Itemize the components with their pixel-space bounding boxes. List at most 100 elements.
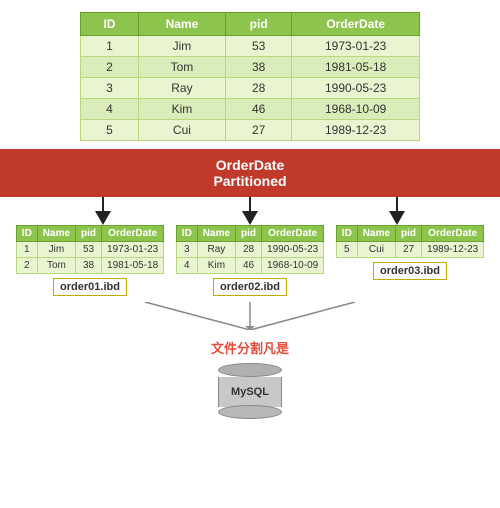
mysql-label: MySQL [231,386,269,398]
arrow-left [95,197,111,225]
partition-table-cell: Ray [197,242,235,258]
main-table-cell: Cui [138,120,225,141]
main-table-cell: 1 [81,36,139,57]
partition-table-cell: 1 [16,242,37,258]
main-table-header-row: IDNamepidOrderDate [81,13,420,36]
arrow-center [242,197,258,225]
main-table-body: 1Jim531973-01-232Tom381981-05-183Ray2819… [81,36,420,141]
partition-header-cell: OrderDate [422,226,484,242]
cylinder-top [218,363,282,377]
partition-table-2: IDNamepidOrderDate3Ray281990-05-234Kim46… [176,225,324,274]
partition-table-cell: 5 [336,242,357,258]
partition-table-row: 3Ray281990-05-23 [176,242,323,258]
partition-table-cell: 27 [396,242,422,258]
partition-table-cell: 1990-05-23 [262,242,324,258]
partition-label-2: order02.ibd [213,278,287,296]
main-table-header-cell: OrderDate [292,13,420,36]
main-table-row: 4Kim461968-10-09 [81,99,420,120]
main-table-cell: Tom [138,57,225,78]
partition-header-row: IDNamepidOrderDate [176,226,323,242]
arrowhead-center [242,211,258,225]
partition-table-row: 2Tom381981-05-18 [16,258,163,274]
partition-label-1: order01.ibd [53,278,127,296]
arrow-stem-center [249,197,251,211]
chinese-label: 文件分割凡是 [211,338,289,357]
partition-table-cell: 1973-01-23 [102,242,164,258]
main-table-cell: Ray [138,78,225,99]
partition-table-cell: Tom [37,258,75,274]
partition-table-cell: 3 [176,242,197,258]
partition-header-cell: Name [197,226,235,242]
partition-header-cell: Name [37,226,75,242]
main-table-row: 2Tom381981-05-18 [81,57,420,78]
main-table-row: 5Cui271989-12-23 [81,120,420,141]
main-table-cell: 1989-12-23 [292,120,420,141]
banner-text: OrderDate Partitioned [213,157,286,189]
partition-header-row: IDNamepidOrderDate [16,226,163,242]
partition-table-3: IDNamepidOrderDate5Cui271989-12-23 [336,225,484,258]
main-table-cell: 27 [225,120,291,141]
partition-table-cell: Cui [357,242,395,258]
arrow-stem-left [102,197,104,211]
partition-header-cell: ID [16,226,37,242]
partition-table-cell: 1981-05-18 [102,258,164,274]
main-table-header-cell: pid [225,13,291,36]
main-table-row: 3Ray281990-05-23 [81,78,420,99]
partition-block-2: IDNamepidOrderDate3Ray281990-05-234Kim46… [176,225,324,296]
arrowhead-right [389,211,405,225]
main-table-cell: 53 [225,36,291,57]
arrows-row [0,197,500,225]
cylinder-bottom [218,405,282,419]
partition-header-cell: pid [236,226,262,242]
main-table-cell: 28 [225,78,291,99]
main-table-cell: Jim [138,36,225,57]
partition-block-1: IDNamepidOrderDate1Jim531973-01-232Tom38… [16,225,164,296]
partition-table-row: 5Cui271989-12-23 [336,242,483,258]
main-table-cell: 1973-01-23 [292,36,420,57]
main-table-cell: 5 [81,120,139,141]
partition-header-cell: OrderDate [262,226,324,242]
cylinder-body: MySQL [218,377,282,407]
partition-table-row: 4Kim461968-10-09 [176,258,323,274]
partition-header-cell: ID [176,226,197,242]
banner-line1: OrderDate [216,157,284,173]
partition-header-row: IDNamepidOrderDate [336,226,483,242]
partition-table-cell: 1968-10-09 [262,258,324,274]
partition-header-cell: ID [336,226,357,242]
partition-table-cell: 2 [16,258,37,274]
partition-table-cell: 4 [176,258,197,274]
partition-banner: OrderDate Partitioned [0,149,500,197]
partition-table-cell: Kim [197,258,235,274]
main-table-section: IDNamepidOrderDate 1Jim531973-01-232Tom3… [0,0,500,141]
partition-table-cell: 38 [76,258,102,274]
main-table-cell: 46 [225,99,291,120]
main-table-cell: 1981-05-18 [292,57,420,78]
chinese-text-area: 文件分割凡是 [0,338,500,361]
partition-block-3: IDNamepidOrderDate5Cui271989-12-23 order0… [336,225,484,280]
main-table-cell: 38 [225,57,291,78]
banner-line2: Partitioned [213,173,286,189]
main-table-cell: 2 [81,57,139,78]
partition-table-cell: 46 [236,258,262,274]
arrowhead-left [95,211,111,225]
partition-header-cell: pid [396,226,422,242]
partitions-row: IDNamepidOrderDate1Jim531973-01-232Tom38… [0,225,500,296]
main-table: IDNamepidOrderDate 1Jim531973-01-232Tom3… [80,12,420,141]
main-table-header-cell: ID [81,13,139,36]
partition-table-row: 1Jim531973-01-23 [16,242,163,258]
arrow-right [389,197,405,225]
partition-header-cell: pid [76,226,102,242]
partition-table-1: IDNamepidOrderDate1Jim531973-01-232Tom38… [16,225,164,274]
main-table-cell: 1990-05-23 [292,78,420,99]
main-table-cell: 1968-10-09 [292,99,420,120]
partition-table-cell: 1989-12-23 [422,242,484,258]
arrow-stem-right [396,197,398,211]
main-table-cell: 4 [81,99,139,120]
partition-header-cell: OrderDate [102,226,164,242]
main-table-header-cell: Name [138,13,225,36]
partition-table-cell: Jim [37,242,75,258]
main-table-cell: 3 [81,78,139,99]
partition-label-3: order03.ibd [373,262,447,280]
partition-table-cell: 28 [236,242,262,258]
main-table-cell: Kim [138,99,225,120]
